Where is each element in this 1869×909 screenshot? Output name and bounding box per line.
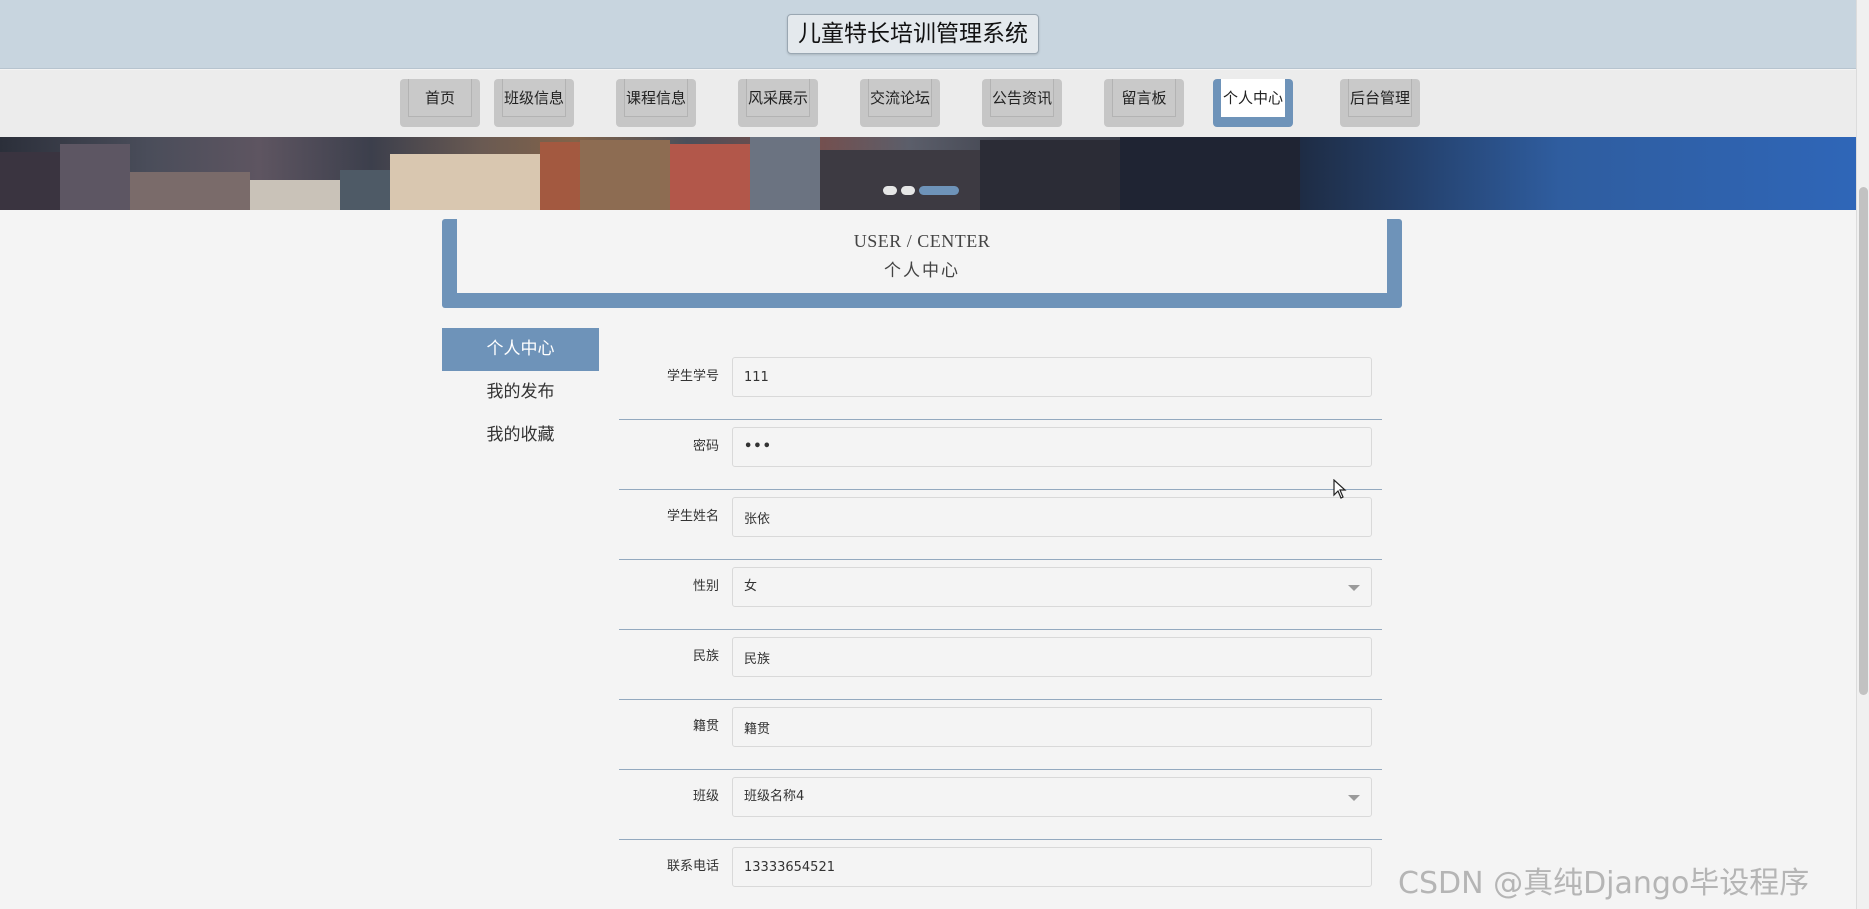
field-label: 籍贯 <box>692 719 719 734</box>
select-value: 班级名称4 <box>744 789 805 804</box>
field-label: 密码 <box>692 439 719 454</box>
class-select[interactable]: 班级名称4 <box>732 777 1372 817</box>
nav-item-label: 课程信息 <box>624 79 688 117</box>
nav-item-label: 后台管理 <box>1348 79 1412 117</box>
section-header: USER / CENTER 个人中心 <box>442 219 1402 308</box>
form-row-ethnicity: 民族 <box>619 630 1382 700</box>
ethnicity-input[interactable] <box>732 637 1372 677</box>
nav-item-label: 交流论坛 <box>868 79 932 117</box>
phone-input[interactable] <box>732 847 1372 887</box>
gender-select[interactable]: 女 <box>732 567 1372 607</box>
watermark: CSDN @真纯Django毕设程序 <box>1398 866 1810 901</box>
carousel-indicators[interactable] <box>883 180 963 199</box>
mouse-cursor-icon <box>1333 479 1347 499</box>
nav-item-user-center[interactable]: 个人中心 <box>1213 79 1293 127</box>
chevron-down-icon <box>1348 585 1360 591</box>
nav-item-label: 班级信息 <box>502 79 566 117</box>
side-item-my-posts[interactable]: 我的发布 <box>442 371 599 414</box>
nav-item-admin[interactable]: 后台管理 <box>1340 79 1420 127</box>
form-row-student-name: 学生姓名 <box>619 490 1382 560</box>
carousel-dot-active[interactable] <box>919 186 959 195</box>
student-id-input[interactable] <box>732 357 1372 397</box>
student-name-input[interactable] <box>732 497 1372 537</box>
nav-item-label: 留言板 <box>1112 79 1176 117</box>
main-nav: 首页 班级信息 课程信息 风采展示 交流论坛 公告资讯 留言板 个人中心 后台管… <box>0 70 1856 137</box>
nav-item-label: 风采展示 <box>746 79 810 117</box>
top-header: 儿童特长培训管理系统 <box>0 0 1856 69</box>
nav-item-classes[interactable]: 班级信息 <box>494 79 574 127</box>
page-scrollbar[interactable] <box>1856 0 1869 909</box>
nav-item-label: 个人中心 <box>1221 79 1285 117</box>
form-row-native-place: 籍贯 <box>619 700 1382 770</box>
nav-item-label: 公告资讯 <box>990 79 1054 117</box>
carousel-dot[interactable] <box>883 186 897 195</box>
site-title: 儿童特长培训管理系统 <box>787 14 1039 54</box>
profile-form: 学生学号 密码 ••• 学生姓名 性别 女 民族 籍贯 班级 班级名称4 联系电… <box>619 350 1382 909</box>
section-title-en: USER / CENTER <box>853 231 991 251</box>
nav-item-label: 首页 <box>408 79 472 117</box>
field-label: 联系电话 <box>666 859 719 874</box>
form-row-password: 密码 ••• <box>619 420 1382 490</box>
field-label: 性别 <box>692 579 719 594</box>
form-row-student-id: 学生学号 <box>619 350 1382 420</box>
nav-item-showcase[interactable]: 风采展示 <box>738 79 818 127</box>
side-item-my-favorites[interactable]: 我的收藏 <box>442 414 599 457</box>
scrollbar-thumb[interactable] <box>1859 187 1868 695</box>
select-value: 女 <box>744 579 758 594</box>
banner-carousel[interactable] <box>0 137 1856 210</box>
native-place-input[interactable] <box>732 707 1372 747</box>
nav-item-forum[interactable]: 交流论坛 <box>860 79 940 127</box>
field-label: 学生学号 <box>666 369 719 384</box>
side-menu: 个人中心 我的发布 我的收藏 <box>442 328 599 457</box>
carousel-dot[interactable] <box>901 186 915 195</box>
nav-item-courses[interactable]: 课程信息 <box>616 79 696 127</box>
nav-item-home[interactable]: 首页 <box>400 79 480 127</box>
nav-item-news[interactable]: 公告资讯 <box>982 79 1062 127</box>
field-label: 民族 <box>692 649 719 664</box>
chevron-down-icon <box>1348 795 1360 801</box>
form-row-gender: 性别 女 <box>619 560 1382 630</box>
nav-item-guestbook[interactable]: 留言板 <box>1104 79 1184 127</box>
password-input[interactable]: ••• <box>732 427 1372 467</box>
form-row-phone: 联系电话 <box>619 840 1382 909</box>
field-label: 班级 <box>692 789 719 804</box>
form-row-class: 班级 班级名称4 <box>619 770 1382 840</box>
section-title-cn: 个人中心 <box>884 261 960 280</box>
field-label: 学生姓名 <box>666 509 719 524</box>
side-item-user-center[interactable]: 个人中心 <box>442 328 599 371</box>
